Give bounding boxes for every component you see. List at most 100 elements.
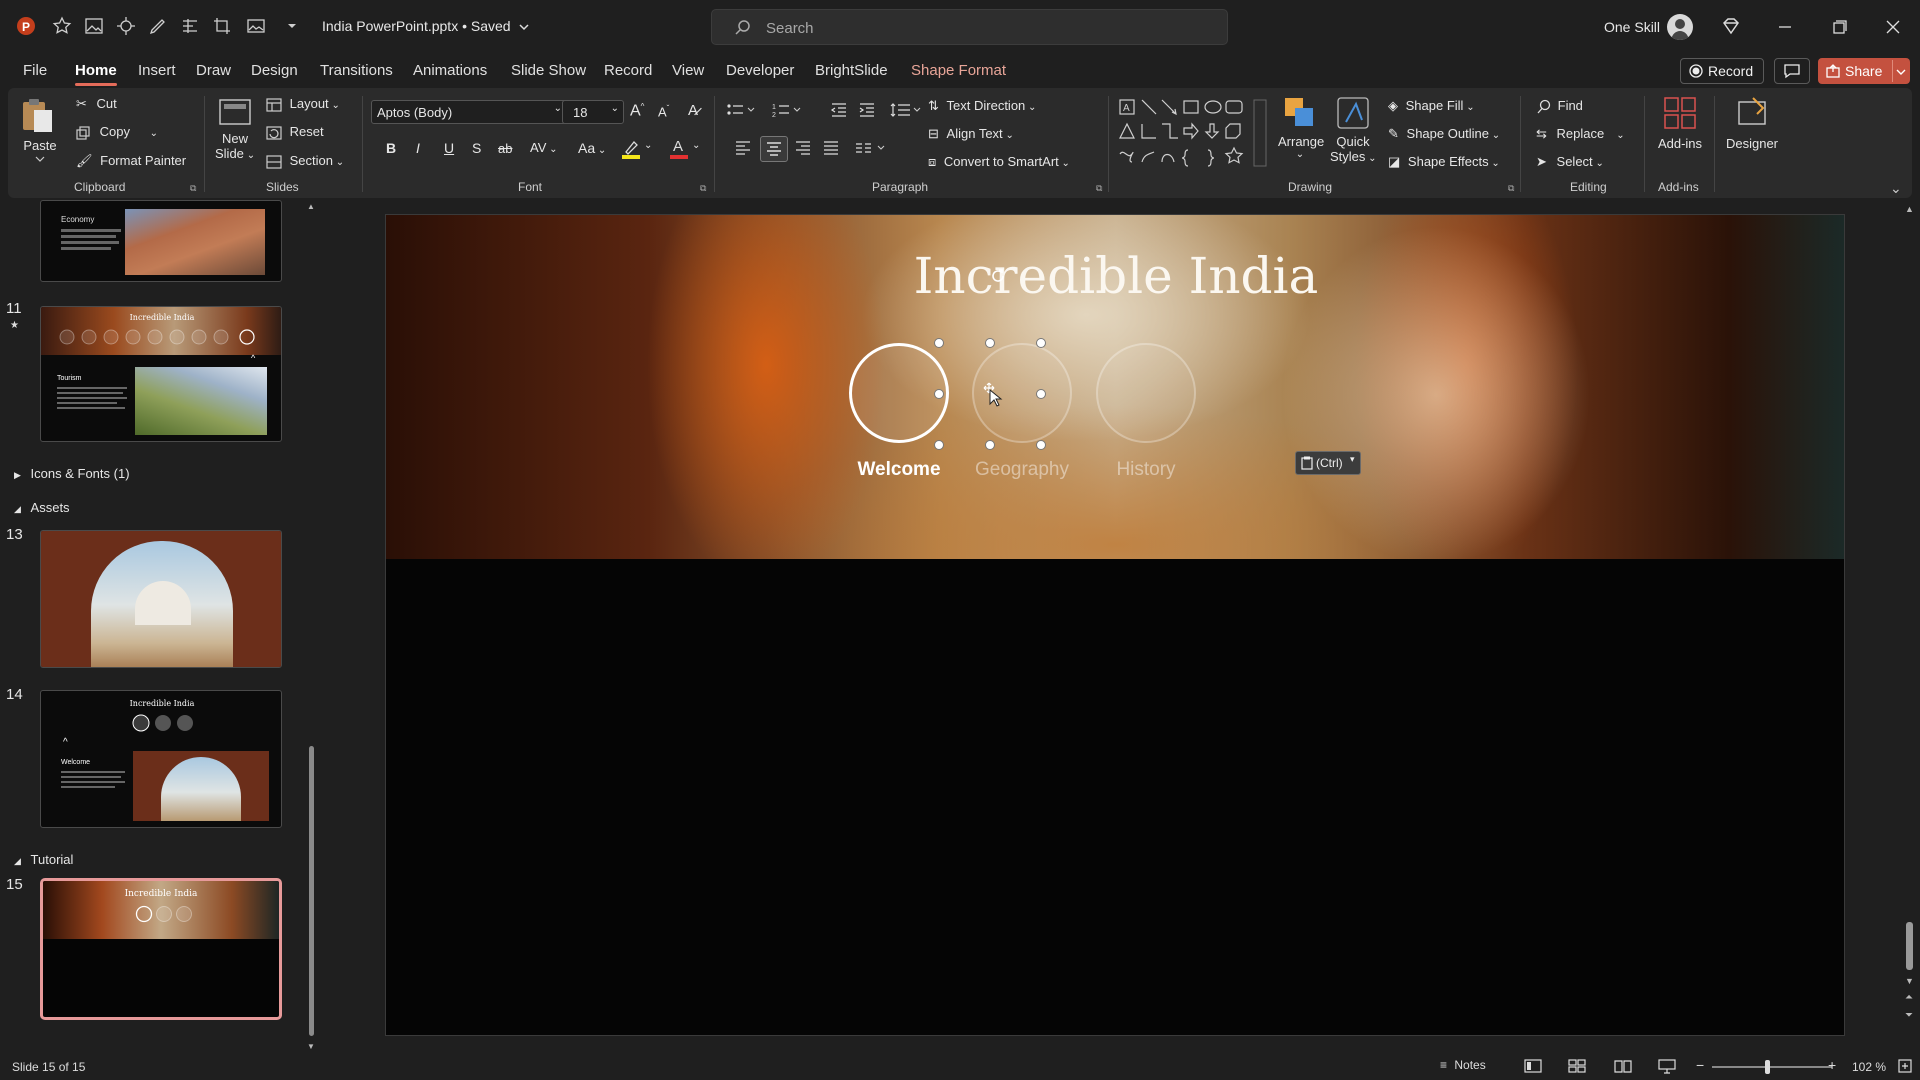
section-tutorial[interactable]: ◢ Tutorial (14, 852, 73, 867)
font-size-select[interactable]: 18 ⌄ (562, 100, 624, 124)
normal-view-icon[interactable] (1524, 1058, 1542, 1074)
character-spacing-button[interactable]: AV ⌄ (530, 140, 558, 155)
fit-to-window-icon[interactable] (1897, 1058, 1913, 1074)
close-icon[interactable] (1880, 14, 1906, 40)
tab-home[interactable]: Home (75, 62, 117, 86)
align-text-button[interactable]: ⊟ Align Text ⌄ (928, 126, 1014, 142)
tab-insert[interactable]: Insert (138, 62, 176, 79)
record-button[interactable]: Record (1680, 58, 1764, 84)
dialog-launcher-icon[interactable]: ⧉ (190, 183, 196, 194)
cut-button[interactable]: ✂ Cut (76, 96, 117, 112)
arrange-button[interactable]: Arrange ⌄ (1278, 96, 1324, 160)
history-circle-shape[interactable] (1096, 343, 1196, 443)
reset-button[interactable]: Reset (266, 124, 324, 140)
paste-options-button[interactable]: (Ctrl) ▾ (1295, 451, 1361, 475)
dialog-launcher-icon[interactable]: ⧉ (1508, 183, 1514, 194)
search-input[interactable]: Search (711, 9, 1228, 45)
shape-outline-button[interactable]: ✎ Shape Outline ⌄ (1388, 126, 1500, 142)
increase-indent-icon[interactable] (858, 102, 876, 118)
shape-fill-button[interactable]: ◈ Shape Fill ⌄ (1388, 98, 1475, 114)
shape-effects-button[interactable]: ◪ Shape Effects ⌄ (1388, 154, 1500, 170)
tab-slide-show[interactable]: Slide Show (511, 62, 586, 79)
designer-button[interactable]: Designer (1722, 96, 1782, 151)
restore-icon[interactable] (1826, 14, 1852, 40)
font-color-button[interactable]: A (668, 136, 690, 160)
dialog-launcher-icon[interactable]: ⧉ (1096, 183, 1102, 194)
user-name[interactable]: One Skill (1604, 19, 1660, 35)
notes-button[interactable]: ≡ Notes (1440, 1058, 1486, 1072)
slideshow-view-icon[interactable] (1658, 1058, 1676, 1074)
select-button[interactable]: ➤ Select ⌄ (1536, 154, 1604, 170)
resize-handle-bottom-right[interactable] (1036, 440, 1046, 450)
section-assets[interactable]: ◢ Assets (14, 500, 70, 515)
minimize-icon[interactable] (1772, 14, 1798, 40)
scroll-down-icon[interactable]: ▼ (1905, 976, 1914, 986)
section-button[interactable]: Section ⌄ (266, 153, 344, 169)
align-right-icon[interactable] (794, 140, 812, 156)
tab-view[interactable]: View (672, 62, 704, 79)
replace-button[interactable]: ⇆ Replace ⌄ (1536, 126, 1625, 142)
align-center-button[interactable] (760, 136, 788, 162)
slide-title[interactable]: Incredible India (386, 247, 1844, 305)
zoom-slider-thumb[interactable] (1765, 1060, 1770, 1074)
scroll-up-icon[interactable]: ▲ (1905, 204, 1914, 214)
rotate-handle-icon[interactable] (989, 267, 1007, 285)
layout-button[interactable]: Layout ⌄ (266, 96, 340, 112)
previous-slide-icon[interactable]: ⏶ (1905, 992, 1913, 1003)
resize-handle-top-left[interactable] (934, 338, 944, 348)
customize-qat-icon[interactable] (282, 16, 302, 36)
font-family-select[interactable]: Aptos (Body) ⌄ (371, 100, 567, 124)
slide-thumbnail-11[interactable]: Incredible India Tourism ^ (40, 306, 282, 442)
diamond-icon[interactable] (1718, 14, 1744, 40)
crop-icon[interactable] (212, 16, 232, 36)
tab-file[interactable]: File (23, 62, 47, 79)
highlight-color-button[interactable] (620, 138, 642, 160)
underline-button[interactable]: U (444, 140, 454, 156)
pen-icon[interactable] (148, 16, 168, 36)
editor-scroll-thumb[interactable] (1906, 922, 1913, 970)
slide-sorter-icon[interactable] (1568, 1058, 1586, 1074)
slide-canvas[interactable]: Incredible India Welcome Geography Histo… (385, 214, 1845, 1036)
bold-button[interactable]: B (386, 140, 396, 156)
change-case-button[interactable]: Aa ⌄ (578, 140, 606, 156)
picture-icon[interactable] (84, 16, 104, 36)
resize-handle-top-right[interactable] (1036, 338, 1046, 348)
document-title[interactable]: India PowerPoint.pptx • Saved (322, 18, 530, 34)
comment-button[interactable] (1774, 58, 1810, 84)
columns-button[interactable] (854, 140, 888, 156)
scroll-down-icon[interactable]: ▼ (307, 1042, 315, 1051)
slide-thumbnail-15[interactable]: Incredible India (40, 878, 282, 1020)
quick-styles-button[interactable]: Quick Styles ⌄ (1330, 96, 1377, 164)
shape-select-icon[interactable] (116, 16, 136, 36)
next-slide-icon[interactable]: ⏷ (1905, 1010, 1913, 1021)
shadow-button[interactable]: S (472, 140, 481, 156)
resize-handle-bottom-left[interactable] (934, 440, 944, 450)
shapes-gallery[interactable]: A (1118, 98, 1268, 168)
slide-thumbnail-10[interactable]: Economy (40, 200, 282, 282)
history-label[interactable]: History (1076, 459, 1216, 481)
italic-button[interactable]: I (416, 140, 420, 156)
tab-shape-format[interactable]: Shape Format (911, 62, 1006, 79)
resize-handle-right[interactable] (1036, 389, 1046, 399)
convert-smartart-button[interactable]: ⧈ Convert to SmartArt ⌄ (928, 154, 1070, 170)
thumbnail-scrollbar[interactable]: ▲ ▼ (306, 202, 316, 1051)
numbering-button[interactable]: 12 (772, 102, 802, 118)
slide-thumbnail-13[interactable] (40, 530, 282, 668)
tab-brightslide[interactable]: BrightSlide (815, 62, 888, 79)
align-left-icon[interactable] (734, 140, 752, 156)
line-spacing-button[interactable] (890, 102, 922, 118)
decrease-font-icon[interactable]: Aˇ (658, 104, 669, 119)
tab-design[interactable]: Design (251, 62, 298, 79)
tab-transitions[interactable]: Transitions (320, 62, 393, 79)
avatar[interactable] (1667, 14, 1693, 40)
resize-handle-left[interactable] (934, 389, 944, 399)
chevron-down-icon[interactable]: ⌄ (692, 140, 700, 151)
tab-animations[interactable]: Animations (413, 62, 487, 79)
zoom-slider[interactable] (1712, 1060, 1832, 1074)
image-icon[interactable] (246, 16, 266, 36)
clear-formatting-icon[interactable]: A̷ (688, 102, 698, 119)
new-slide-button[interactable]: New Slide ⌄ (215, 96, 255, 161)
bullets-button[interactable] (726, 102, 756, 118)
chevron-down-icon[interactable]: ⌄ (644, 140, 652, 151)
dialog-launcher-icon[interactable]: ⧉ (700, 183, 706, 194)
